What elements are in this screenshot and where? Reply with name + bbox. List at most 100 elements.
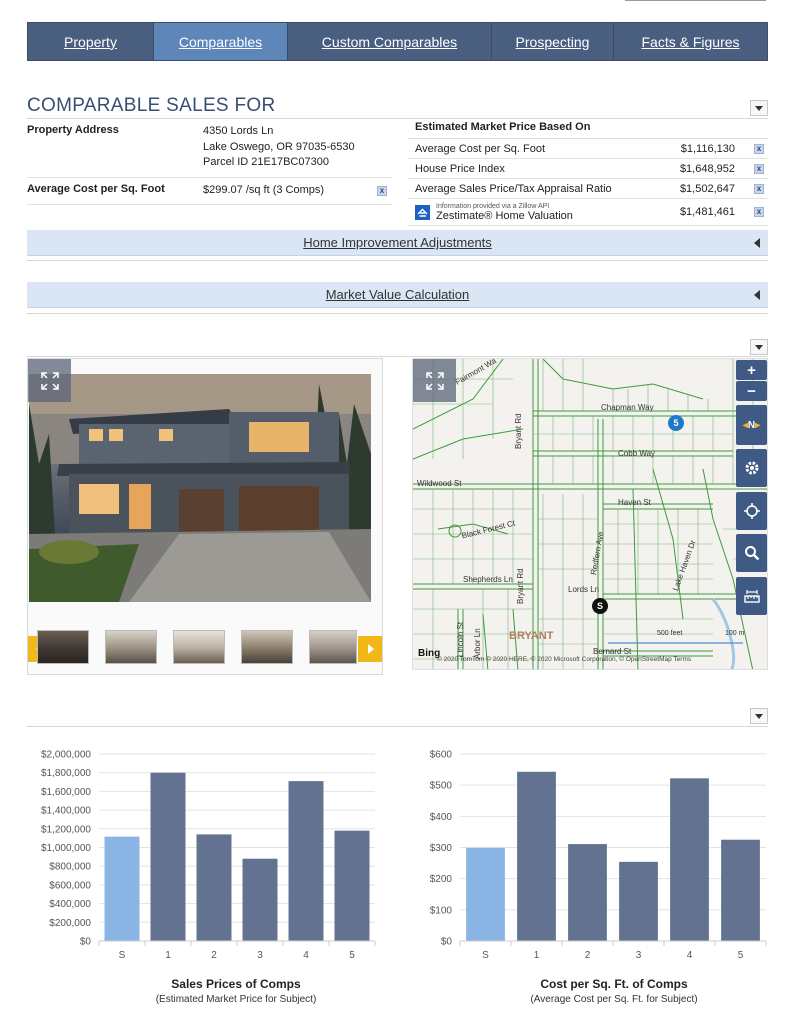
x-tick-label: 2 — [585, 950, 591, 961]
zestimate-value: $1,481,461 — [679, 206, 735, 218]
thumbnail[interactable] — [309, 630, 357, 664]
street-label: Arbor Ln — [473, 628, 482, 659]
y-tick-label: $2,000,000 — [41, 750, 91, 761]
gear-icon — [745, 461, 758, 475]
zillow-note: Information provided via a Zillow API — [436, 202, 550, 210]
property-parcel: Parcel ID 21E17BC07300 — [203, 156, 329, 168]
expand-icon — [40, 371, 59, 390]
photo-expand-button[interactable] — [28, 359, 71, 402]
estimate-remove-button[interactable]: x — [754, 163, 764, 174]
x-tick-label: 4 — [303, 950, 309, 961]
scale-feet: 500 feet — [657, 630, 683, 637]
section-dropdown-button[interactable] — [750, 100, 768, 116]
avg-cost-value: $299.07 /sq ft (3 Comps) — [203, 183, 325, 196]
x-tick-label: 3 — [257, 950, 263, 961]
x-tick-label: 1 — [534, 950, 540, 961]
x-tick-label: 5 — [349, 950, 355, 961]
area-label: BRYANT — [509, 630, 554, 642]
y-tick-label: $0 — [80, 937, 92, 948]
top-divider — [625, 0, 766, 1]
subject-marker[interactable]: S — [592, 598, 608, 614]
home-improvement-accordion[interactable]: Home Improvement Adjustments — [27, 230, 768, 256]
sales-price-chart: $0 $200,000 $400,000 $600,000 $800,000 $1,000… — [41, 750, 376, 961]
zillow-icon — [415, 204, 430, 220]
bar-1 — [517, 771, 556, 941]
tab-comparables[interactable]: Comparables — [154, 23, 288, 60]
estimate-row: Average Cost per Sq. Foot $1,116,130 x — [408, 139, 768, 159]
locate-button[interactable] — [736, 492, 767, 530]
thumbnail[interactable] — [241, 630, 293, 664]
y-tick-label: $1,200,000 — [41, 824, 91, 835]
bar-3 — [619, 861, 658, 941]
home-improvement-title: Home Improvement Adjustments — [303, 235, 492, 250]
map-expand-button[interactable] — [413, 359, 456, 402]
search-icon — [744, 546, 759, 561]
section-title: COMPARABLE SALES FOR — [27, 95, 276, 116]
expand-icon — [425, 371, 444, 390]
street-label: Shepherds Ln — [463, 575, 513, 584]
thumbnail[interactable] — [173, 630, 225, 664]
property-info: Property Address 4350 Lords Ln Lake Oswe… — [27, 120, 392, 205]
street-label: Bryant Rd — [516, 568, 525, 604]
zoom-out-button[interactable]: − — [736, 381, 767, 401]
avg-cost-remove-button[interactable]: x — [377, 185, 387, 196]
zestimate-label[interactable]: Zestimate® Home Valuation — [436, 210, 675, 222]
map-view[interactable]: Fairmont Wa Chapman Way Cobb Way Wildwoo… — [412, 358, 768, 670]
market-value-accordion[interactable]: Market Value Calculation — [27, 282, 768, 308]
x-tick-label: S — [482, 950, 489, 961]
tab-custom-comparables[interactable]: Custom Comparables — [288, 23, 492, 60]
measure-button[interactable] — [736, 577, 767, 615]
charts-dropdown-button[interactable] — [750, 708, 768, 724]
estimate-remove-button[interactable]: x — [754, 143, 764, 154]
comp-marker[interactable]: 5 — [668, 415, 684, 431]
property-photo[interactable] — [29, 374, 371, 602]
ruler-icon — [743, 590, 760, 603]
cost-chart-subtitle: (Average Cost per Sq. Ft. for Subject) — [530, 994, 698, 1005]
y-tick-label: $300 — [430, 843, 453, 854]
estimate-label: House Price Index — [415, 162, 505, 175]
thumbnail-strip — [28, 627, 384, 665]
property-address-label: Property Address — [27, 124, 119, 136]
zestimate-remove-button[interactable]: x — [754, 207, 764, 217]
thumbnail[interactable] — [37, 630, 89, 664]
photo-gallery — [27, 358, 383, 675]
y-tick-label: $600,000 — [49, 880, 91, 891]
tab-property[interactable]: Property — [28, 23, 154, 60]
map-settings-button[interactable] — [736, 449, 767, 487]
divider — [27, 313, 768, 314]
crosshair-icon — [743, 503, 760, 519]
estimate-row: House Price Index $1,648,952 x — [408, 159, 768, 179]
estimated-price-panel: Estimated Market Price Based On Average … — [408, 120, 768, 226]
estimated-price-header: Estimated Market Price Based On — [408, 120, 768, 139]
y-tick-label: $1,400,000 — [41, 806, 91, 817]
street-label: Cobb Way — [618, 449, 656, 458]
map-streets — [413, 359, 767, 669]
media-dropdown-button[interactable] — [750, 339, 768, 355]
estimate-label: Average Sales Price/Tax Appraisal Ratio — [415, 182, 612, 195]
tab-facts-figures[interactable]: Facts & Figures — [614, 23, 767, 60]
x-tick-label: 4 — [687, 950, 693, 961]
y-tick-label: $1,600,000 — [41, 787, 91, 798]
estimate-remove-button[interactable]: x — [754, 183, 764, 194]
y-tick-label: $200 — [430, 874, 453, 885]
property-street: 4350 Lords Ln — [203, 125, 274, 137]
scale-meters: 100 m — [725, 630, 745, 637]
map-attribution[interactable]: © 2020 TomTom © 2020 HERE, © 2020 Micros… — [437, 656, 691, 663]
bar-3 — [242, 858, 278, 941]
zoom-in-button[interactable]: + — [736, 360, 767, 380]
thumbnail[interactable] — [105, 630, 157, 664]
estimate-row: Average Sales Price/Tax Appraisal Ratio … — [408, 179, 768, 199]
map-search-button[interactable] — [736, 534, 767, 572]
bar-4 — [670, 778, 709, 941]
collapse-arrow-icon — [754, 238, 760, 248]
bar-2 — [196, 834, 232, 941]
y-tick-label: $600 — [430, 750, 453, 761]
bar-1 — [150, 772, 186, 941]
estimate-value: $1,648,952 — [679, 162, 735, 175]
y-tick-label: $500 — [430, 781, 453, 792]
compass-button[interactable]: ◂ N ▸ — [736, 405, 767, 445]
tab-prospecting[interactable]: Prospecting — [492, 23, 614, 60]
bar-4 — [288, 781, 324, 941]
thumb-next-button[interactable] — [358, 636, 382, 662]
market-value-title: Market Value Calculation — [325, 287, 470, 302]
